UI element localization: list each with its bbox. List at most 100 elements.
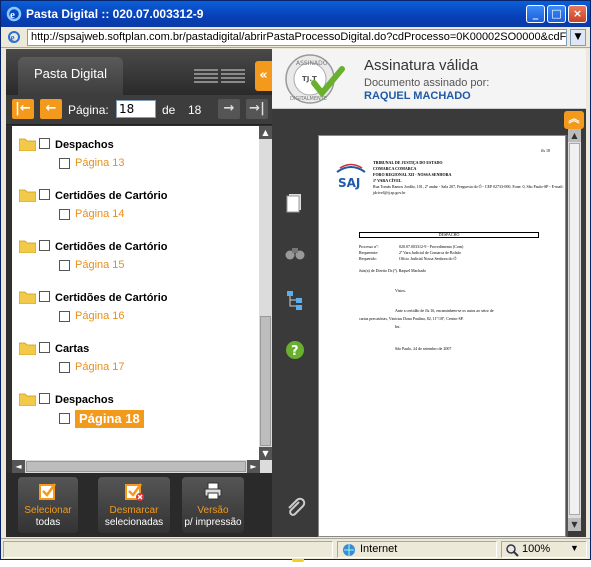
doc-header-line: COMARCA COMARCA [373,166,417,171]
prev-page-button[interactable]: ← [40,99,62,119]
doc-header-line: TRIBUNAL DE JUSTIÇA DO ESTADO [373,160,443,165]
deselect-button[interactable]: Desmarcar selecionadas [98,477,170,533]
scroll-down-icon[interactable]: ▼ [259,447,272,460]
folder-icon [19,138,36,151]
scroll-thumb[interactable] [260,316,271,446]
folder-checkbox[interactable] [39,240,50,251]
page-checkbox[interactable] [59,260,70,271]
scroll-right-icon[interactable]: ► [247,460,260,473]
scroll-left-icon[interactable]: ◄ [12,460,25,473]
url-dropdown-button[interactable]: ▼ [570,29,586,46]
checkbox-remove-icon [125,483,144,501]
folder-checkbox[interactable] [39,189,50,200]
document-viewer: fls 18 SAJ TRIBUNAL DE JUSTIÇA DO ESTADO… [318,135,568,537]
doc-scroll-thumb[interactable] [569,143,580,515]
doc-body-line: Vistos. [395,288,406,293]
deselect-label-2: selecionadas [104,517,164,528]
printer-icon [204,482,222,500]
document-toolbar: ? [272,109,318,562]
print-label-1: Versão [197,505,229,516]
list-view-icon[interactable] [194,69,218,83]
doc-body-line: Ante a certidão de fls.16, encaminhem-se… [395,308,494,313]
svg-text:?: ? [291,344,299,359]
page-link[interactable]: Página 15 [75,259,125,271]
print-label-2: p/ impressão [184,517,242,528]
first-page-button[interactable]: |← [12,99,34,119]
doc-field-key: Requerido: [359,256,377,261]
document-icon[interactable] [284,191,306,213]
doc-scroll-up-icon[interactable]: ▲ [568,129,581,142]
page-checkbox[interactable] [59,158,70,169]
select-all-label-1: Selecionar [24,505,72,516]
folder-label: Cartas [55,343,90,355]
doc-header-line: FORO REGIONAL XII - NOSSA SENHORA [373,172,452,177]
folder-checkbox[interactable] [39,138,50,149]
svg-text:e: e [11,33,15,43]
url-field[interactable]: http://spsajweb.softplan.com.br/pastadig… [27,29,567,46]
folder-label: Despachos [55,394,114,406]
doc-field-key: Processo nº: [359,244,379,249]
page-link[interactable]: Página 14 [75,208,125,220]
tree-structure-icon[interactable] [284,289,306,311]
folder-icon [19,342,36,355]
status-zone: Internet [337,541,497,558]
page-checkbox[interactable] [59,362,70,373]
minimize-button[interactable]: _ [526,5,545,23]
print-version-button[interactable]: Versão p/ impressão [182,477,244,533]
page-link[interactable]: Página 17 [75,361,125,373]
doc-scroll-down-icon[interactable]: ▼ [568,518,581,531]
doc-field-value: 020.07.003312-9 - Procedimento (Com) [399,244,464,249]
doc-field-value: 2º Vara Judicial de Comarca de Bolsão [399,250,462,255]
page-link[interactable]: Página 18 [75,410,144,428]
help-icon[interactable]: ? [284,339,306,361]
folder-checkbox[interactable] [39,393,50,404]
collapse-panel-button[interactable]: « [255,61,272,91]
zoom-dropdown-icon[interactable]: ▼ [570,543,579,553]
page-checkbox[interactable] [59,209,70,220]
detail-view-icon[interactable] [221,69,245,83]
hscroll-thumb[interactable] [26,461,246,472]
page-link[interactable]: Página 13 [75,157,125,169]
collapse-signature-button[interactable]: ︽ [564,111,584,129]
address-bar: e http://spsajweb.softplan.com.br/pastad… [1,27,590,48]
maximize-button[interactable]: □ [547,5,566,23]
folder-checkbox[interactable] [39,291,50,302]
view-toggle [194,69,250,87]
checkbox-checked-icon [39,483,57,500]
close-button[interactable]: × [568,5,587,23]
ie-logo-icon: e [6,6,22,22]
attachment-icon[interactable] [284,497,306,519]
tree-vertical-scrollbar[interactable]: ▲ ▼ [259,126,272,460]
security-zone-label: Internet [360,543,398,555]
page-link[interactable]: Página 16 [75,310,125,322]
folder-checkbox[interactable] [39,342,50,353]
signature-header: ASSINADO TJ.T DIGITALMENTE Assinatura vá… [272,49,586,109]
doc-judge-line: Juiz(a) de Direito Dr.(ª). Raquel Machad… [359,268,426,273]
page-checkbox[interactable] [59,413,70,424]
svg-text:SAJ: SAJ [338,176,360,190]
folder-label: Certidões de Cartório [55,241,168,253]
page-label: Página: [68,103,109,117]
scroll-up-icon[interactable]: ▲ [259,126,272,139]
digital-signature-seal-icon: ASSINADO TJ.T DIGITALMENTE [285,54,345,104]
page-input[interactable]: 18 [116,100,156,118]
select-all-button[interactable]: Selecionar todas [18,477,78,533]
title-bar: e Pasta Digital :: 020.07.003312-9 _ □ × [1,1,590,27]
app-area: Pasta Digital « |← ← Página: 18 de 18 → … [6,49,586,562]
document-scrollbar[interactable]: ▲ ▼ [568,129,581,531]
folder-label: Certidões de Cartório [55,292,168,304]
doc-body-line: cartas precatórias, Vinícius Dona Paulin… [359,316,464,321]
signer-name: RAQUEL MACHADO [364,90,471,102]
saj-logo: SAJ [336,163,366,190]
tab-pasta-digital[interactable]: Pasta Digital [18,57,123,95]
next-page-button[interactable]: → [218,99,240,119]
zoom-level: 100% [522,543,551,555]
tree-horizontal-scrollbar[interactable]: ◄ ► [12,460,272,473]
pager: |← ← Página: 18 de 18 → →| [6,95,272,125]
status-zoom[interactable]: 100% ▼ [501,541,587,558]
svg-text:e: e [10,9,15,21]
page-checkbox[interactable] [59,311,70,322]
binoculars-icon[interactable] [284,241,306,263]
last-page-button[interactable]: →| [246,99,268,119]
deselect-label-1: Desmarcar [109,505,159,516]
